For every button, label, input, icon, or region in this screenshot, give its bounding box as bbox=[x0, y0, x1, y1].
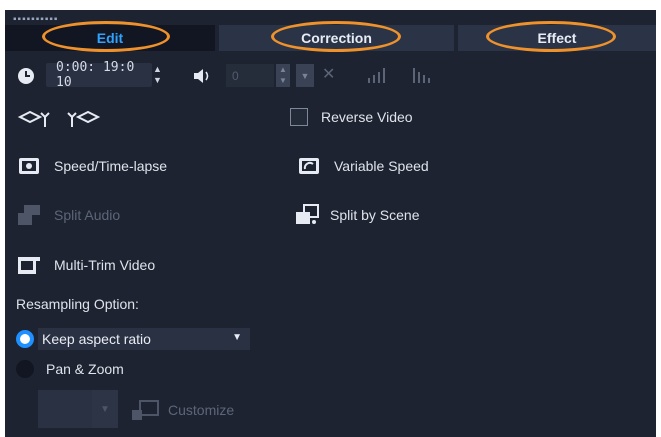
clock-icon bbox=[16, 66, 36, 86]
customize-label: Customize bbox=[168, 402, 235, 418]
tab-bar: Edit Correction Effect bbox=[5, 25, 656, 51]
volume-dropdown-chevron-icon[interactable]: ▼ bbox=[296, 64, 314, 87]
pan-zoom-radio[interactable] bbox=[16, 360, 34, 378]
split-audio-icon bbox=[16, 204, 42, 226]
speed-timelapse-label: Speed/Time-lapse bbox=[54, 158, 168, 174]
split-audio-button: Split Audio bbox=[16, 204, 120, 226]
pan-zoom-option[interactable]: Pan & Zoom bbox=[16, 360, 124, 378]
multi-trim-icon bbox=[16, 254, 42, 276]
speaker-icon bbox=[190, 65, 214, 87]
reverse-video-label: Reverse Video bbox=[321, 109, 413, 125]
volume-value: 0 bbox=[232, 68, 239, 83]
reverse-video-option[interactable]: Reverse Video bbox=[290, 108, 413, 126]
tab-edit-label: Edit bbox=[96, 30, 124, 46]
mute-icon: ✕ bbox=[322, 66, 336, 83]
timecode-stepper[interactable]: ▲ ▼ bbox=[153, 64, 165, 87]
variable-speed-button[interactable]: Variable Speed bbox=[298, 156, 429, 176]
multi-trim-video-button[interactable]: Multi-Trim Video bbox=[16, 254, 155, 276]
rotate-right-icon[interactable] bbox=[66, 109, 101, 134]
speed-icon bbox=[18, 156, 40, 176]
fade-out-icon bbox=[412, 66, 434, 89]
resampling-select[interactable]: Keep aspect ratio ▼ bbox=[38, 328, 250, 350]
tab-correction-label: Correction bbox=[301, 30, 372, 46]
duration-timecode-field[interactable]: 0:00: 19:0 10 bbox=[46, 60, 152, 90]
reverse-video-checkbox[interactable] bbox=[290, 108, 308, 126]
multi-trim-video-label: Multi-Trim Video bbox=[54, 257, 156, 273]
keep-aspect-radio[interactable] bbox=[16, 330, 34, 353]
customize-button: Customize bbox=[130, 398, 234, 422]
tab-effect[interactable]: Effect bbox=[458, 25, 656, 51]
volume-stepper[interactable]: ▲ ▼ bbox=[276, 64, 290, 87]
tab-edit[interactable]: Edit bbox=[5, 25, 215, 51]
split-by-scene-button[interactable]: Split by Scene bbox=[294, 204, 420, 226]
resampling-heading: Resampling Option: bbox=[16, 296, 139, 312]
keep-aspect-ratio-label: Keep aspect ratio bbox=[42, 331, 151, 347]
tab-correction[interactable]: Correction bbox=[219, 25, 454, 51]
resampling-heading-label: Resampling Option: bbox=[16, 296, 139, 312]
chevron-down-icon[interactable]: ▼ bbox=[232, 332, 242, 343]
preset-thumbnail bbox=[38, 390, 92, 428]
split-audio-label: Split Audio bbox=[54, 207, 121, 223]
customize-icon bbox=[130, 398, 160, 422]
rotate-left-icon[interactable] bbox=[17, 109, 51, 134]
radio-selected-icon bbox=[16, 330, 34, 348]
volume-field[interactable]: 0 bbox=[226, 64, 274, 87]
variable-speed-icon bbox=[298, 156, 320, 176]
speed-timelapse-button[interactable]: Speed/Time-lapse bbox=[18, 156, 167, 176]
timecode-value: 0:00: 19:0 10 bbox=[56, 60, 135, 90]
split-by-scene-label: Split by Scene bbox=[330, 207, 420, 223]
preset-dropdown-chevron-icon: ▼ bbox=[92, 390, 118, 428]
split-scene-icon bbox=[294, 204, 320, 226]
pan-zoom-label: Pan & Zoom bbox=[46, 361, 124, 377]
fade-in-icon bbox=[367, 66, 389, 89]
drag-grip-icon[interactable]: ▪▪▪▪▪▪▪▪▪▪ bbox=[13, 15, 58, 25]
variable-speed-label: Variable Speed bbox=[334, 158, 429, 174]
tab-effect-label: Effect bbox=[537, 30, 577, 46]
